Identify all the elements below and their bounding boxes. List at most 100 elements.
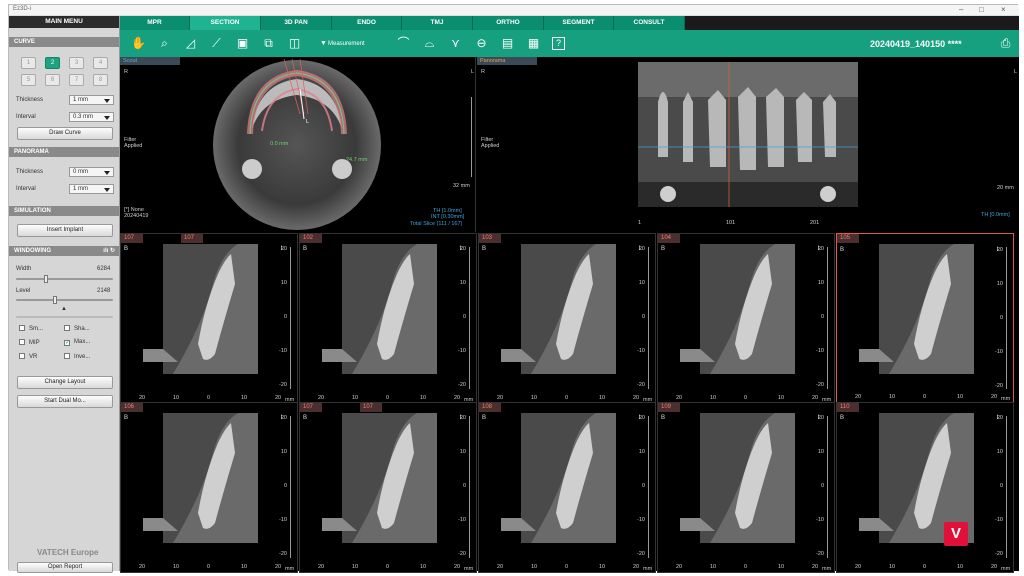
pano-tick-101: 101 (726, 220, 736, 226)
curve-button-4[interactable]: 4 (93, 57, 108, 69)
tab-endo[interactable]: ENDO (332, 16, 402, 30)
buccal-label: B (303, 415, 308, 421)
windowing-reset-icon[interactable]: ılı ↻ (103, 246, 115, 256)
x-tick-label: 10 (420, 395, 427, 401)
y-tick-label: 0 (462, 483, 466, 489)
vertical-ruler (289, 247, 291, 389)
x-tick-label: 10 (778, 395, 785, 401)
insert-implant-button[interactable]: Insert Implant (17, 224, 113, 237)
x-tick-label: 20 (454, 395, 461, 401)
start-dual-monitor-button[interactable]: Start Dual Mo... (17, 395, 113, 408)
tab-consult[interactable]: CONSULT (614, 16, 685, 30)
help-icon[interactable]: ? (552, 37, 565, 50)
curve-button-8[interactable]: 8 (93, 74, 108, 86)
maximize-button[interactable]: □ (979, 5, 984, 14)
vertical-ruler (1005, 247, 1007, 389)
tab-tmj[interactable]: TMJ (402, 16, 473, 30)
option-checkbox[interactable]: ✓ Max... (64, 339, 90, 346)
main-menu-button[interactable]: MAIN MENU (9, 16, 119, 28)
zoom-icon[interactable]: ⌕ (156, 35, 173, 52)
cross-section-view[interactable]: 103 B L 20 10 0 -10 -20 20 10 0 10 20 mm (478, 233, 656, 404)
scout-view[interactable]: Scout R L Filter Applied 32 mm [*] None … (120, 57, 476, 232)
tab-mpr[interactable]: MPR (120, 16, 190, 30)
option-checkbox[interactable]: Sha... (64, 325, 90, 332)
arch-icon[interactable]: ⌓ (421, 35, 438, 52)
draw-curve-button[interactable]: Draw Curve (17, 127, 113, 140)
cross-section-view[interactable]: 105 B L 20 10 0 -10 -20 20 10 0 10 20 mm (836, 233, 1014, 404)
slice-number: 102 (300, 234, 322, 243)
cross-section-view[interactable]: 104 B L 20 10 0 -10 -20 20 10 0 10 20 mm (657, 233, 835, 404)
option-label: MIP (29, 340, 40, 346)
camera-icon[interactable]: ▣ (234, 35, 251, 52)
option-checkbox[interactable]: MIP (19, 339, 40, 346)
level-slider[interactable] (16, 296, 113, 304)
checkbox-icon[interactable] (19, 353, 25, 359)
option-label: Inve... (74, 354, 91, 360)
checkbox-icon[interactable]: ✓ (64, 340, 70, 346)
pano-thickness-select[interactable]: 0 mm (69, 167, 114, 177)
cross-section-view[interactable]: 107 107 B L 20 10 0 -10 -20 20 10 0 10 20 mm (120, 233, 298, 404)
tab-3d-pan[interactable]: 3D PAN (261, 16, 332, 30)
cross-section-view[interactable]: 110 B L 20 10 0 -10 -20 20 10 0 10 20 mm (836, 402, 1014, 573)
cross-section-view[interactable]: 109 B L 20 10 0 -10 -20 20 10 0 10 20 mm (657, 402, 835, 573)
checkbox-icon[interactable] (19, 339, 25, 345)
reset-icon[interactable]: ⊖ (473, 35, 490, 52)
cross-section-view[interactable]: 108 B L 20 10 0 -10 -20 20 10 0 10 20 mm (478, 402, 656, 573)
checkbox-icon[interactable] (64, 353, 70, 359)
angle-icon[interactable]: ◿ (182, 35, 199, 52)
measurement-label[interactable]: Measurement (328, 41, 365, 47)
curve-button-1[interactable]: 1 (21, 57, 36, 69)
capture-icon[interactable]: ⧉ (260, 35, 277, 52)
level-value: 2148 (97, 288, 111, 294)
level-slider-thumb[interactable] (53, 296, 58, 304)
x-tick-label: 20 (497, 564, 504, 570)
option-label: Sm... (29, 326, 44, 332)
pano-interval-select[interactable]: 1 mm (69, 184, 114, 194)
curve-interval-select[interactable]: 0.3 mm (69, 112, 114, 122)
polyline-icon[interactable]: ⟋ (208, 35, 225, 52)
layers-icon[interactable]: ◫ (286, 35, 303, 52)
y-tick-label: -10 (995, 349, 1003, 355)
checkbox-icon[interactable] (64, 325, 70, 331)
curve-button-7[interactable]: 7 (69, 74, 84, 86)
width-slider-thumb[interactable] (43, 275, 48, 283)
slice-number-secondary: 107 (181, 234, 203, 243)
option-checkbox[interactable]: Inve... (64, 353, 90, 360)
panorama-view[interactable]: Panorama R L Filter Applied 20 mm TH [0.… (477, 57, 1019, 232)
layout-icon[interactable]: ▦ (525, 35, 542, 52)
y-tick-label: -10 (458, 348, 466, 354)
curve-button-5[interactable]: 5 (21, 74, 36, 86)
y-tick-label: -20 (637, 551, 645, 557)
curve-button-6[interactable]: 6 (45, 74, 60, 86)
hand-icon[interactable]: ✋ (130, 35, 147, 52)
image-icon[interactable]: ▤ (499, 35, 516, 52)
y-tick-label: 20 (638, 415, 645, 421)
curve-button-2[interactable]: 2 (45, 57, 60, 69)
save-icon[interactable]: ⎙ (997, 35, 1014, 52)
close-button[interactable]: × (1001, 5, 1006, 14)
y-tick-label: 20 (817, 246, 824, 252)
y-tick-label: -10 (279, 348, 287, 354)
option-checkbox[interactable]: VR (19, 353, 37, 360)
tab-section[interactable]: SECTION (190, 16, 261, 30)
nerve-icon[interactable]: ⌒ (395, 35, 412, 52)
option-checkbox[interactable]: Sm... (19, 325, 43, 332)
change-layout-button[interactable]: Change Layout (17, 376, 113, 389)
open-report-button[interactable]: Open Report (17, 562, 113, 573)
curve-button-3[interactable]: 3 (69, 57, 84, 69)
curve-icon[interactable]: ⋎ (447, 35, 464, 52)
pano-th: TH [0.0mm] (981, 212, 1010, 218)
tab-segment[interactable]: SEGMENT (544, 16, 614, 30)
slice-number: 108 (479, 403, 501, 412)
width-label: Width (16, 266, 32, 272)
minimize-button[interactable]: – (959, 5, 963, 14)
curve-thickness-select[interactable]: 1 mm (69, 95, 114, 105)
cross-section-view[interactable]: 106 B L 20 10 0 -10 -20 20 10 0 10 20 mm (120, 402, 298, 573)
tab-ortho[interactable]: ORTHO (473, 16, 544, 30)
cross-section-view[interactable]: 102 B L 20 10 0 -10 -20 20 10 0 10 20 mm (299, 233, 477, 404)
width-slider[interactable] (16, 275, 113, 283)
checkbox-icon[interactable] (19, 325, 25, 331)
y-tick-label: -20 (816, 382, 824, 388)
unit-label: mm (285, 566, 295, 572)
cross-section-view[interactable]: 107 107 B L 20 10 0 -10 -20 20 10 0 10 20 mm (299, 402, 477, 573)
